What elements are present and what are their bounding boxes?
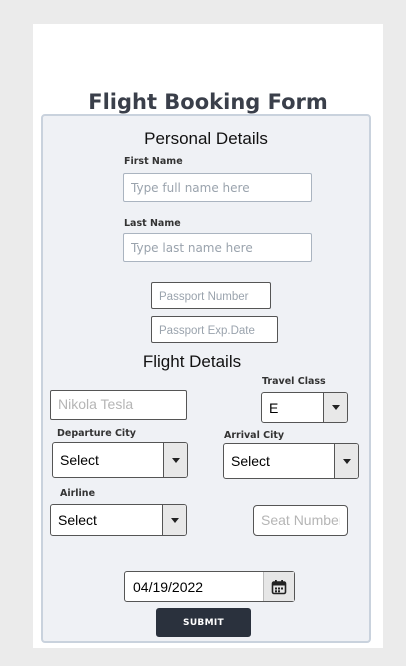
calendar-button[interactable]: [263, 572, 294, 601]
departure-city-value: Select: [60, 452, 99, 468]
seat-number-input[interactable]: [253, 505, 348, 536]
passenger-name-input[interactable]: [50, 390, 187, 420]
first-name-input[interactable]: [123, 173, 312, 202]
chevron-down-icon: [170, 517, 179, 523]
travel-class-value: E: [269, 399, 279, 416]
chevron-down-icon: [171, 457, 180, 463]
travel-class-select[interactable]: E: [261, 392, 348, 423]
travel-date-input[interactable]: 04/19/2022: [124, 571, 295, 602]
last-name-label: Last Name: [124, 218, 181, 229]
chevron-down-icon: [342, 458, 351, 464]
calendar-icon: [271, 579, 287, 594]
passport-number-input[interactable]: [151, 282, 271, 309]
arrival-city-dropdown[interactable]: [334, 444, 358, 478]
form-card: Flight Booking Form Personal Details Fir…: [33, 24, 383, 648]
arrival-city-select[interactable]: Select: [223, 443, 359, 479]
chevron-down-icon: [331, 405, 340, 410]
submit-button[interactable]: SUBMIT: [156, 608, 251, 637]
flight-details-heading: Flight Details: [142, 352, 242, 371]
arrival-city-value: Select: [231, 453, 270, 469]
travel-date-value: 04/19/2022: [133, 578, 204, 595]
personal-details-heading: Personal Details: [144, 129, 268, 148]
travel-class-label: Travel Class: [262, 376, 326, 387]
departure-city-label: Departure City: [57, 428, 136, 439]
passport-exp-date-input[interactable]: [151, 316, 278, 343]
first-name-label: First Name: [124, 156, 183, 167]
booking-form: Personal Details First Name Last Name Fl…: [41, 114, 371, 643]
last-name-input[interactable]: [123, 233, 312, 262]
airline-dropdown[interactable]: [162, 505, 186, 535]
travel-class-dropdown[interactable]: [323, 393, 347, 422]
arrival-city-label: Arrival City: [224, 430, 285, 441]
departure-city-dropdown[interactable]: [163, 443, 187, 477]
departure-city-select[interactable]: Select: [52, 442, 188, 478]
airline-select[interactable]: Select: [50, 504, 187, 536]
page-title: Flight Booking Form: [88, 90, 328, 114]
airline-label: Airline: [60, 488, 96, 499]
airline-value: Select: [58, 512, 97, 528]
